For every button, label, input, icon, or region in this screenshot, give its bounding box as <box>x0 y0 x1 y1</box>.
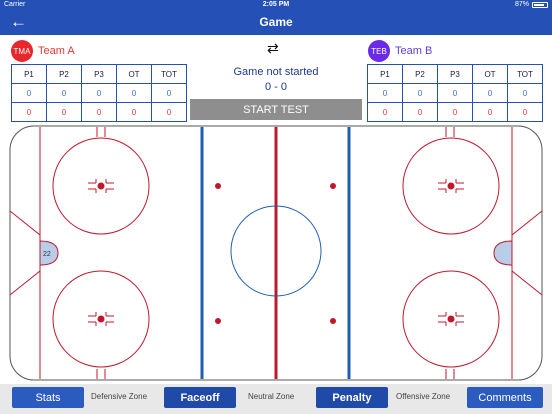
table-cell: 0 <box>472 83 508 103</box>
header-p2: P2 <box>46 64 82 84</box>
header-p1: P1 <box>11 64 47 84</box>
defensive-zone-label: Defensive Zone <box>91 392 148 401</box>
table-cell: 0 <box>116 83 152 103</box>
team-a-score-table: P1 P2 P3 OT TOT 0 0 0 0 0 0 0 0 0 0 <box>11 64 187 122</box>
team-b-badge: TEB <box>368 40 390 62</box>
penalty-button[interactable]: Penalty <box>316 387 388 408</box>
battery-percent: 87% <box>514 1 529 8</box>
table-cell: 0 <box>367 83 403 103</box>
table-cell: 0 <box>81 83 117 103</box>
header-p3: P3 <box>81 64 117 84</box>
battery-level-fill <box>534 3 544 6</box>
table-cell: 0 <box>507 102 543 122</box>
table-cell: 0 <box>367 102 403 122</box>
faceoff-dot[interactable] <box>330 183 336 189</box>
table-cell: 0 <box>151 102 187 122</box>
faceoff-dot[interactable] <box>215 318 221 324</box>
nav-bar: ← Game <box>0 10 552 35</box>
stats-button[interactable]: Stats <box>12 387 84 408</box>
faceoff-dot[interactable] <box>330 318 336 324</box>
status-bar: Carrier 2:05 PM 87% <box>0 0 552 10</box>
table-row: 0 0 0 0 0 <box>367 83 543 103</box>
table-cell: 0 <box>46 83 82 103</box>
game-score: 0 - 0 <box>264 81 287 93</box>
table-row: 0 0 0 0 0 <box>11 102 187 122</box>
table-cell: 0 <box>437 102 473 122</box>
header-p3: P3 <box>437 64 473 84</box>
table-row: 0 0 0 0 0 <box>11 83 187 103</box>
header-p2: P2 <box>402 64 438 84</box>
team-a-header: TMA Team A <box>11 40 75 62</box>
game-status: Game not started <box>233 66 319 78</box>
faceoff-dot[interactable] <box>215 183 221 189</box>
table-cell: 0 <box>402 83 438 103</box>
battery-icon <box>532 1 548 8</box>
start-test-button[interactable]: START TEST <box>190 99 362 120</box>
table-row: 0 0 0 0 0 <box>367 102 543 122</box>
battery-indicator: 87% <box>515 1 548 8</box>
page-title: Game <box>259 15 293 29</box>
table-cell: 0 <box>402 102 438 122</box>
team-a-name: Team A <box>38 45 75 57</box>
left-goalie-number: 22 <box>43 251 51 258</box>
team-b-name: Team B <box>395 45 433 57</box>
header-p1: P1 <box>367 64 403 84</box>
table-cell: 0 <box>151 83 187 103</box>
team-b-score-table: P1 P2 P3 OT TOT 0 0 0 0 0 0 0 0 0 0 <box>367 64 543 122</box>
status-time: 2:05 PM <box>262 1 290 8</box>
table-cell: 0 <box>11 83 47 103</box>
offensive-zone-label: Offensive Zone <box>396 392 451 401</box>
comments-button[interactable]: Comments <box>467 387 543 408</box>
faceoff-button[interactable]: Faceoff <box>164 387 236 408</box>
header-ot: OT <box>472 64 508 84</box>
table-cell: 0 <box>472 102 508 122</box>
swap-arrows-icon[interactable]: ⇄ <box>267 40 279 57</box>
header-tot: TOT <box>507 64 543 84</box>
table-cell: 0 <box>81 102 117 122</box>
team-a-badge: TMA <box>11 40 33 62</box>
header-tot: TOT <box>151 64 187 84</box>
table-cell: 0 <box>116 102 152 122</box>
table-cell: 0 <box>507 83 543 103</box>
hockey-rink[interactable]: 22 <box>0 123 552 383</box>
neutral-zone-label: Neutral Zone <box>248 392 295 401</box>
table-cell: 0 <box>11 102 47 122</box>
header-ot: OT <box>116 64 152 84</box>
table-cell: 0 <box>437 83 473 103</box>
bottom-toolbar: Stats Defensive Zone Faceoff Neutral Zon… <box>0 384 552 414</box>
table-cell: 0 <box>46 102 82 122</box>
team-b-header: TEB Team B <box>368 40 432 62</box>
